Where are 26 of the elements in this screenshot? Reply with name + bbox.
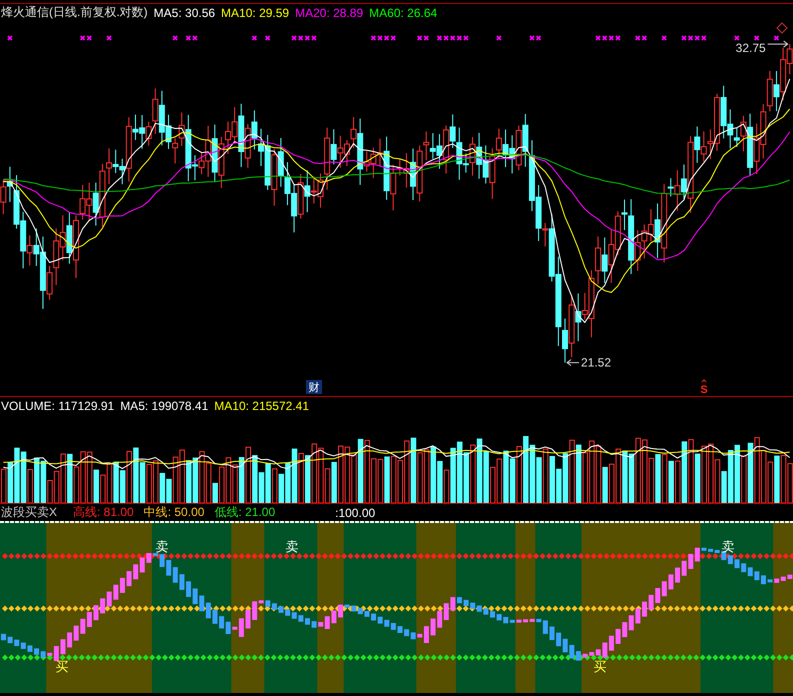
high-price-label: 32.75 [736,41,766,56]
indicator-value: 高线: 81.00 [73,504,134,521]
indicator-value: 低线: 21.00 [214,504,276,521]
finance-marker: 财 [306,380,322,394]
indicator-value: MA5: 30.56 [154,6,216,20]
caret-icon [702,379,706,382]
chart-title: 烽火通信(日线.前复权.对数) [1,4,148,21]
indicator-value: VOLUME: 117129.91 [1,398,114,412]
indicator-value: 中线: 50.00 [144,504,204,521]
sell-signal: 卖 [722,539,734,554]
indicator-value: MA5: 199078.41 [120,398,208,412]
signal-marker: S [700,384,708,396]
indicator-value: MA60: 26.64 [369,6,438,20]
buy-signal: 买 [594,659,606,674]
indicator-value: MA10: 215572.41 [214,398,310,412]
price-arrow-icon [566,359,580,366]
indicator-value: MA20: 28.89 [295,6,364,20]
diamond-icon [776,22,788,34]
low-price-label: 21.52 [581,356,612,370]
buy-signal: 买 [56,659,68,674]
price-arrow-icon [767,40,789,48]
sell-signal: 卖 [156,539,168,554]
indicator-value: MA10: 29.59 [221,6,290,20]
indicator-value: :100.00 [335,506,376,520]
indicator-title: 波段买卖X [1,504,58,521]
sell-signal: 卖 [286,539,298,554]
